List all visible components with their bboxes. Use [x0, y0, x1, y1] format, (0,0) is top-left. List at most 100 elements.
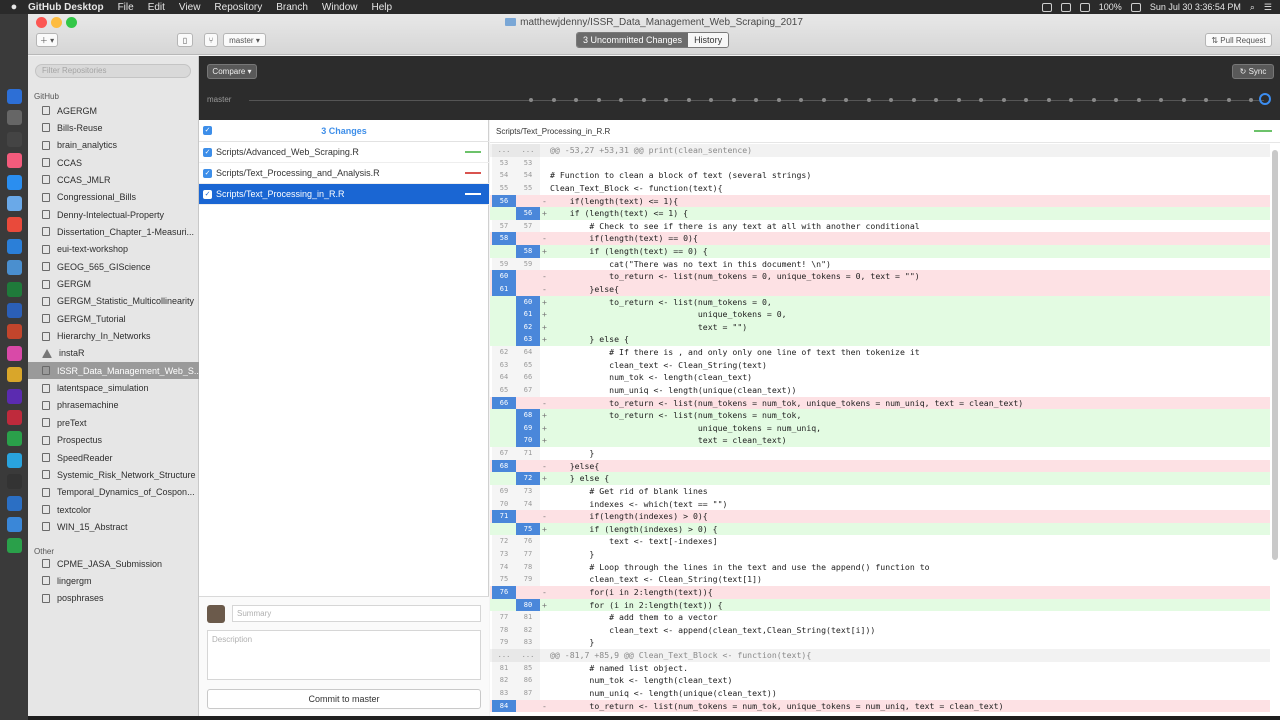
timeline-commit-dot[interactable]	[1181, 98, 1186, 102]
timeline-commit-dot[interactable]	[731, 98, 736, 102]
tray-icon[interactable]	[1041, 2, 1052, 12]
timeline-commit-dot[interactable]	[619, 98, 623, 102]
sidebar-repo-item[interactable]: eui-text-workshop	[28, 241, 199, 258]
timeline-commit-dot[interactable]	[821, 98, 826, 102]
sidebar-repo-item[interactable]: textcolor	[28, 501, 199, 518]
diff-line[interactable]: 56 - if(length(text) <= 1){	[490, 194, 1270, 208]
diff-line[interactable]: 58 + if (length(text) == 0) {	[490, 245, 1270, 258]
diff-line[interactable]: 57 57 # Check to see if there is any text…	[490, 219, 1270, 233]
diff-line[interactable]: 58 - if(length(text) == 0){	[490, 232, 1270, 245]
diff-line[interactable]: 68 - }else{	[490, 459, 1270, 473]
timeline-commit-dot[interactable]	[1159, 98, 1163, 102]
finder-icon[interactable]	[7, 89, 22, 104]
summary-input[interactable]: Summary	[232, 605, 481, 622]
changed-file-row-selected[interactable]: ✓ Scripts/Text_Processing_in_R.R	[199, 184, 489, 205]
safari-icon[interactable]	[7, 238, 22, 254]
timeline-commit-dot[interactable]	[1226, 98, 1231, 102]
diff-line[interactable]: 74 78 # Loop through the lines in the tex…	[490, 560, 1270, 574]
diff-line[interactable]: 80 + for (i in 2:length(text)) {	[490, 598, 1270, 612]
filter-repositories-input[interactable]: Filter Repositories	[35, 64, 191, 78]
sync-button[interactable]: ↻ Sync	[1232, 64, 1274, 79]
diff-line[interactable]: 72 + } else {	[490, 472, 1270, 485]
diff-line[interactable]: 84 - to_return <- list(num_tokens = num_t…	[490, 699, 1270, 713]
flag-icon[interactable]	[1130, 2, 1141, 12]
diff-scrollbar[interactable]	[1272, 150, 1278, 560]
compare-button[interactable]: Compare ▾	[207, 64, 257, 79]
sidebar-repo-item[interactable]: phrasemachine	[28, 397, 199, 414]
browser-icon[interactable]	[7, 495, 22, 511]
diff-line[interactable]: 70 74 indexes <- which(text == "")	[490, 497, 1270, 511]
timeline-commit-dot[interactable]	[1136, 98, 1141, 102]
diff-line[interactable]: 77 81 # add them to a vector	[490, 611, 1270, 624]
diff-line[interactable]: 73 77 }	[490, 548, 1270, 561]
diff-line[interactable]: 78 82 clean_text <- append(clean_text,Cle…	[490, 623, 1270, 637]
powerpoint-icon[interactable]	[7, 324, 22, 340]
itunes-icon[interactable]	[7, 153, 22, 169]
diff-line[interactable]: 61 - }else{	[490, 282, 1270, 296]
menu-edit[interactable]: Edit	[148, 2, 165, 13]
settings-icon[interactable]	[7, 517, 22, 532]
diff-line[interactable]: 81 85 # named list object.	[490, 661, 1270, 675]
network-icon[interactable]	[7, 260, 22, 276]
activity-icon[interactable]	[7, 474, 22, 490]
clock[interactable]: Sun Jul 30 3:36:54 PM	[1150, 2, 1241, 12]
sidebar-repo-item[interactable]: GERGM	[28, 276, 199, 293]
timeline-commit-dot[interactable]	[1046, 98, 1051, 102]
preview-icon[interactable]	[7, 196, 22, 211]
sidebar-repo-item[interactable]: Temporal_Dynamics_of_Cospon...	[28, 484, 199, 501]
branch-icon[interactable]: ⑂	[204, 33, 218, 47]
diff-line[interactable]: 60 - to_return <- list(num_tokens = 0, un…	[490, 270, 1270, 283]
timeline-commit-dot[interactable]	[754, 98, 758, 102]
menu-file[interactable]: File	[118, 2, 134, 13]
app-menu[interactable]: GitHub Desktop	[28, 2, 104, 13]
timeline-commit-dot[interactable]	[911, 98, 916, 102]
sidebar-repo-item[interactable]: AGERGM	[28, 102, 199, 119]
file-checkbox[interactable]: ✓	[203, 190, 212, 199]
diff-line[interactable]: 62 64 # If there is , and only only one l…	[490, 346, 1270, 359]
timeline-commit-dot[interactable]	[1249, 98, 1253, 102]
diff-line[interactable]: 71 - if(length(indexes) > 0){	[490, 510, 1270, 523]
timeline-commit-dot[interactable]	[574, 98, 578, 102]
timeline-commit-dot[interactable]	[844, 98, 848, 102]
sidebar-repo-item[interactable]: preText	[28, 414, 199, 431]
sidebar-repo-item[interactable]: instaR	[28, 345, 199, 362]
menu-window[interactable]: Window	[322, 2, 358, 13]
sidebar-repo-item[interactable]: Systemic_Risk_Network_Structure	[28, 466, 199, 483]
diff-line[interactable]: 83 87 num_uniq <- length(unique(clean_tex…	[490, 686, 1270, 700]
tab-history[interactable]: History	[688, 33, 729, 47]
sidebar-repo-item[interactable]: WIN_15_Abstract	[28, 518, 199, 535]
launchpad-icon[interactable]	[7, 110, 22, 126]
diff-line[interactable]: 66 - to_return <- list(num_tokens = num_t…	[490, 396, 1270, 410]
sublime-icon[interactable]	[7, 431, 22, 447]
sidebar-repo-item[interactable]: Denny-Intelectual-Property	[28, 206, 199, 223]
file-checkbox[interactable]: ✓	[203, 148, 212, 157]
timeline-commit-dot[interactable]	[1114, 98, 1118, 102]
description-input[interactable]: Description	[207, 630, 481, 680]
diff-line[interactable]: ...... @@ -81,7 +85,9 @@ Clean_Text_Block…	[490, 649, 1270, 662]
diff-line[interactable]: 65 67 num_uniq <- length(unique(clean_tex…	[490, 383, 1270, 397]
diff-line[interactable]: 75 79 clean_text <- Clean_String(text[1])	[490, 573, 1270, 586]
diff-line[interactable]: 72 76 text <- text[-indexes]	[490, 535, 1270, 548]
timeline-commit-dot[interactable]	[709, 98, 713, 102]
file-checkbox[interactable]: ✓	[203, 169, 212, 178]
sidebar-repo-item[interactable]: Dissertation_Chapter_1-Measuri...	[28, 223, 199, 240]
menu-branch[interactable]: Branch	[276, 2, 308, 13]
diff-line[interactable]: 69 + unique_tokens = num_uniq,	[490, 421, 1270, 435]
mail-icon[interactable]	[7, 410, 22, 425]
timeline-commit-dot[interactable]	[1204, 98, 1208, 102]
diff-line[interactable]: 82 86 num_tok <- length(clean_text)	[490, 674, 1270, 687]
spotlight-icon[interactable]: ⌕	[1250, 2, 1255, 13]
sidebar-repo-item[interactable]: brain_analytics	[28, 137, 199, 154]
sidebar-repo-item[interactable]: latentspace_simulation	[28, 380, 199, 397]
sidebar-repo-item[interactable]: GEOG_565_GIScience	[28, 258, 199, 275]
diff-line[interactable]: 75 + if (length(indexes) > 0) {	[490, 522, 1270, 536]
diff-line[interactable]: 54 54 # Function to clean a block of text …	[490, 169, 1270, 182]
diff-line[interactable]: 64 66 num_tok <- length(clean_text)	[490, 371, 1270, 384]
word-icon[interactable]	[7, 303, 22, 318]
timeline-commit-dot[interactable]	[889, 98, 893, 102]
diff-line[interactable]: 60 + to_return <- list(num_tokens = 0,	[490, 295, 1270, 309]
diff-line[interactable]: 67 71 }	[490, 447, 1270, 460]
vlc-icon[interactable]	[7, 367, 22, 383]
notification-icon[interactable]: ☰	[1264, 2, 1272, 13]
timeline-commit-dot[interactable]	[664, 98, 668, 102]
